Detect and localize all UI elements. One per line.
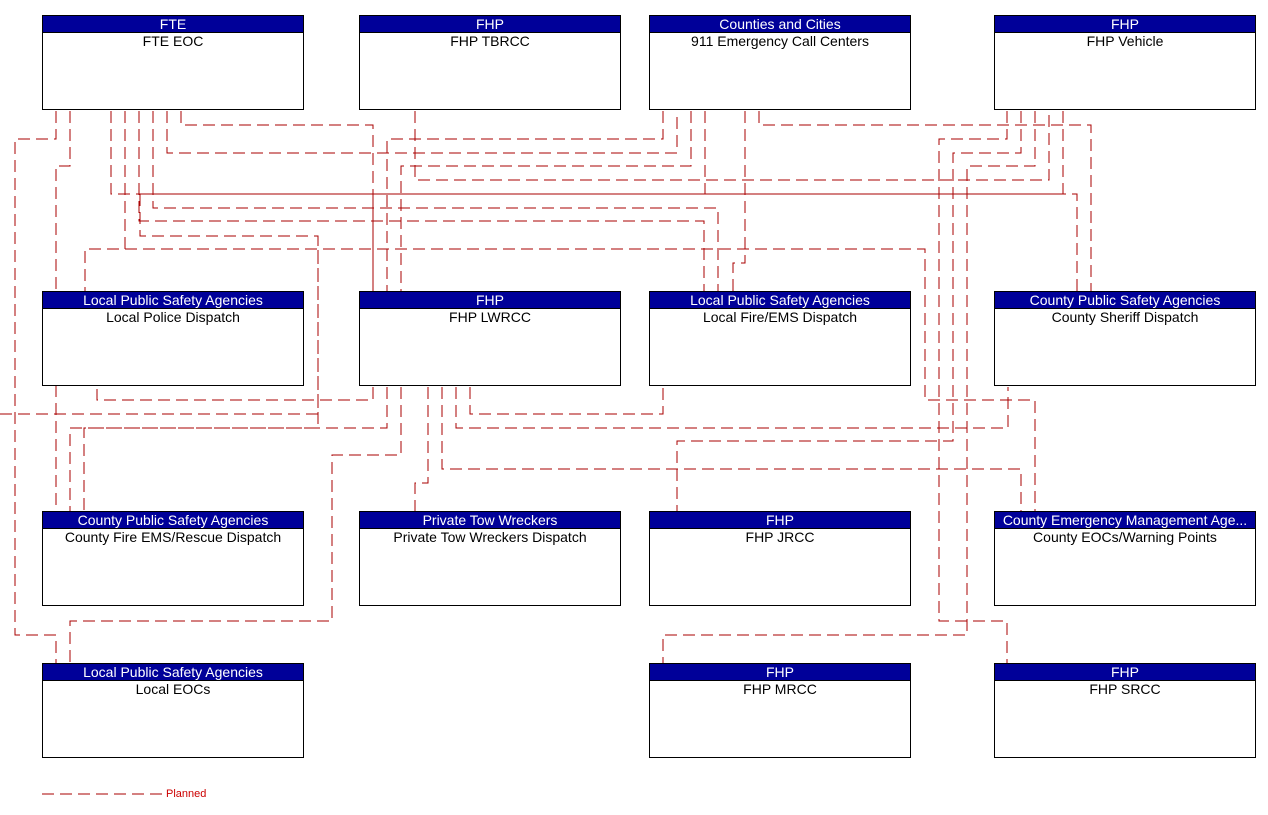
node-owner: County Public Safety Agencies (995, 292, 1255, 309)
connector-line (732, 111, 746, 291)
node-owner: Local Public Safety Agencies (43, 664, 303, 681)
node-owner: FHP (650, 664, 910, 681)
node-fte-eoc[interactable]: FTE FTE EOC (42, 15, 304, 110)
node-tow-wreckers[interactable]: Private Tow Wreckers Private Tow Wrecker… (359, 511, 621, 606)
connector-line (166, 111, 678, 154)
connector-line (414, 387, 429, 511)
connector-line (180, 111, 374, 291)
node-owner: County Public Safety Agencies (43, 512, 303, 529)
node-name: County Sheriff Dispatch (1051, 309, 1199, 325)
connector-line (414, 111, 1050, 181)
node-owner: FTE (43, 16, 303, 33)
node-name: FHP SRCC (1089, 681, 1161, 697)
node-name: FHP JRCC (745, 529, 815, 545)
connector-line (83, 387, 388, 511)
node-name: County EOCs/Warning Points (1033, 529, 1217, 545)
node-county-eocs[interactable]: County Emergency Management Age... Count… (994, 511, 1256, 606)
node-county-fire[interactable]: County Public Safety Agencies County Fir… (42, 511, 304, 606)
connector-line (96, 387, 374, 401)
node-name: Private Tow Wreckers Dispatch (393, 529, 587, 545)
connector-line (138, 111, 705, 291)
node-name: 911 Emergency Call Centers (691, 33, 869, 49)
node-fhp-vehicle[interactable]: FHP FHP Vehicle (994, 15, 1256, 110)
connector-line (400, 111, 692, 291)
node-owner: FHP (995, 16, 1255, 33)
node-local-police[interactable]: Local Public Safety Agencies Local Polic… (42, 291, 304, 386)
node-fhp-srcc[interactable]: FHP FHP SRCC (994, 663, 1256, 758)
node-fhp-tbrcc[interactable]: FHP FHP TBRCC (359, 15, 621, 110)
connector-line (152, 111, 719, 291)
node-name: FHP LWRCC (449, 309, 531, 325)
connector-line (84, 111, 126, 291)
node-owner: Counties and Cities (650, 16, 910, 33)
node-owner: FHP (360, 292, 620, 309)
node-owner: Private Tow Wreckers (360, 512, 620, 529)
node-911-centers[interactable]: Counties and Cities 911 Emergency Call C… (649, 15, 911, 110)
node-name: Local Fire/EMS Dispatch (702, 309, 858, 325)
node-owner: Local Public Safety Agencies (650, 292, 910, 309)
connector-line (110, 111, 1078, 291)
planned-line-sample (42, 793, 162, 795)
node-fhp-mrcc[interactable]: FHP FHP MRCC (649, 663, 911, 758)
node-owner: County Emergency Management Age... (995, 512, 1255, 529)
node-owner: FHP (360, 16, 620, 33)
node-name: FHP MRCC (743, 681, 817, 697)
node-name: FHP Vehicle (1086, 33, 1164, 49)
node-name: Local Police Dispatch (106, 309, 240, 325)
node-owner: FHP (650, 512, 910, 529)
connector-line (386, 111, 664, 291)
connector-line (441, 387, 1022, 511)
node-local-eocs[interactable]: Local Public Safety Agencies Local EOCs (42, 663, 304, 758)
node-name: County Fire EMS/Rescue Dispatch (64, 529, 282, 545)
node-name: FTE EOC (142, 33, 204, 49)
node-local-fire[interactable]: Local Public Safety Agencies Local Fire/… (649, 291, 911, 386)
connector-line (372, 111, 1064, 291)
node-name: Local EOCs (135, 681, 211, 697)
node-fhp-lwrcc[interactable]: FHP FHP LWRCC (359, 291, 621, 386)
node-owner: Local Public Safety Agencies (43, 292, 303, 309)
connector-line (469, 387, 664, 415)
node-owner: FHP (995, 664, 1255, 681)
node-county-sheriff[interactable]: County Public Safety Agencies County She… (994, 291, 1256, 386)
legend-label-planned: Planned (166, 788, 207, 800)
node-name: FHP TBRCC (450, 33, 530, 49)
node-fhp-jrcc[interactable]: FHP FHP JRCC (649, 511, 911, 606)
